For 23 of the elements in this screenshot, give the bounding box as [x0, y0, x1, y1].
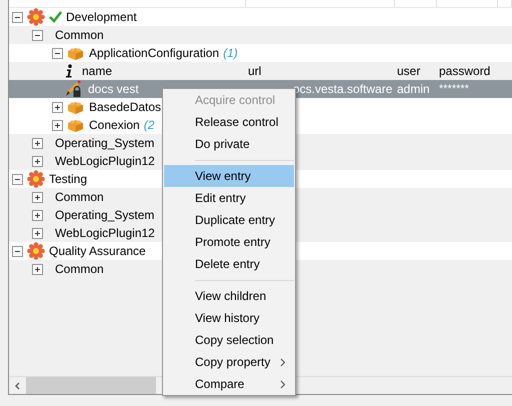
column-header: password — [439, 63, 490, 80]
tree-item-label: Conexion — [89, 117, 140, 134]
item-count: (1) — [223, 45, 238, 62]
table-cell-text: ocs.vesta.software — [293, 81, 392, 98]
table-cell-text: admin — [397, 81, 430, 98]
tree-item-label: ApplicationConfiguration — [89, 45, 220, 62]
tree-item-label: Common — [55, 189, 104, 206]
table-cell-text: ******* — [439, 82, 469, 97]
item-count: (2 — [144, 117, 154, 134]
tree-item-label: Common — [55, 261, 104, 278]
tree-item-label: WebLogicPlugin12 — [55, 225, 155, 242]
tree-item-label: Development — [66, 9, 137, 26]
tree-item-label: Common — [55, 27, 104, 44]
table-cell-text: docs vest — [88, 81, 139, 98]
column-header: url — [248, 63, 262, 80]
column-header: name — [82, 63, 112, 80]
column-header: user — [397, 63, 420, 80]
tree-item-label: BasedeDatos — [89, 99, 162, 116]
tree-item-label: Quality Assurance — [49, 243, 146, 260]
tree-item-label: Operating_System — [55, 135, 154, 152]
tree-item-label: Testing — [49, 171, 88, 188]
tree-item-label: Operating_System — [55, 207, 154, 224]
tree-item-label: WebLogicPlugin12 — [55, 153, 155, 170]
